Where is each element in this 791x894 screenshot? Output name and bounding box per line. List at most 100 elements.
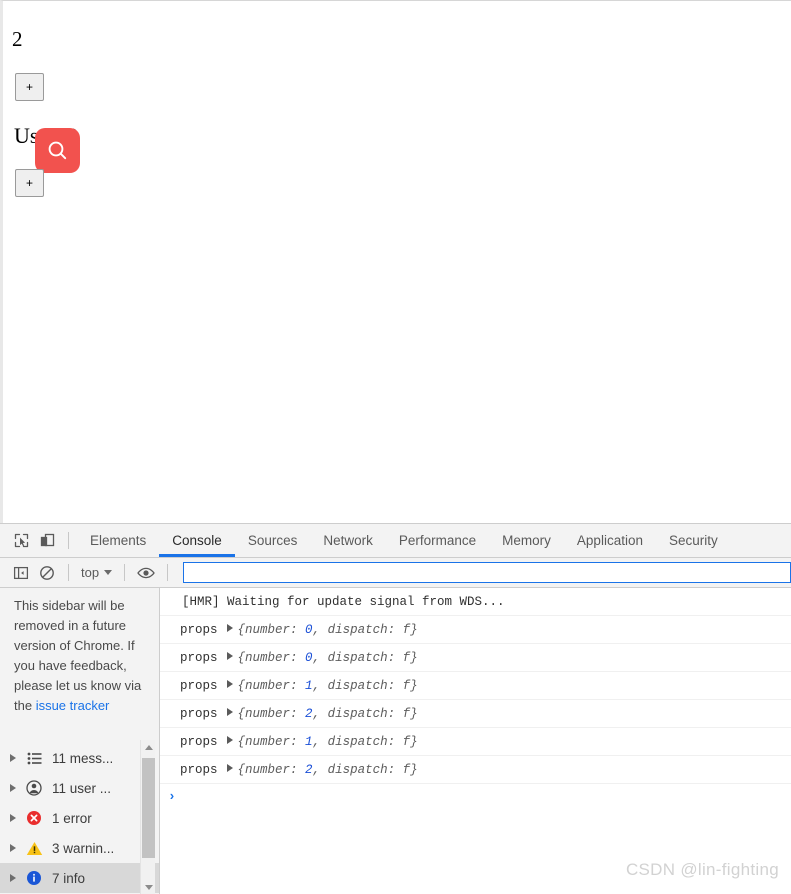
live-expression-eye-icon[interactable]	[133, 560, 159, 586]
console-body: This sidebar will be removed in a future…	[0, 588, 791, 894]
console-sidebar: This sidebar will be removed in a future…	[0, 588, 160, 894]
sidebar-item-warnings[interactable]: 3 warnin...	[0, 833, 159, 863]
object-open-brace: {	[237, 623, 246, 637]
sidebar-item-label: 11 mess...	[52, 750, 114, 766]
chevron-right-icon[interactable]	[10, 754, 16, 762]
object-close-brace: }	[410, 763, 418, 777]
search-badge-overlay[interactable]	[35, 128, 80, 173]
object-preview: {number: 2, dispatch: f}	[238, 707, 418, 721]
console-message-row[interactable]: props {number: 0, dispatch: f}	[160, 616, 791, 644]
object-value-number: 1	[305, 679, 313, 693]
tab-sources[interactable]: Sources	[235, 524, 311, 557]
object-value-function: f	[402, 735, 411, 749]
chevron-down-icon	[104, 570, 113, 575]
execution-context-value: top	[81, 565, 100, 580]
chevron-right-icon[interactable]	[10, 874, 16, 882]
sidebar-item-user-messages[interactable]: 11 user ...	[0, 773, 159, 803]
expand-object-icon[interactable]	[226, 652, 233, 660]
increment-button-counter[interactable]: +	[15, 73, 44, 101]
console-message-row[interactable]: props {number: 0, dispatch: f}	[160, 644, 791, 672]
devtools-panel: Elements Console Sources Network Perform…	[0, 523, 791, 894]
object-key-dispatch: dispatch:	[327, 651, 403, 665]
object-value-function: f	[402, 763, 411, 777]
tab-application[interactable]: Application	[564, 524, 656, 557]
device-toolbar-icon[interactable]	[34, 528, 60, 554]
object-preview: {number: 2, dispatch: f}	[238, 763, 418, 777]
screenshot-root: 2 + User: 2 +	[0, 0, 791, 894]
object-value-number: 2	[305, 707, 313, 721]
sidebar-item-errors[interactable]: 1 error	[0, 803, 159, 833]
object-separator: ,	[312, 707, 328, 721]
object-value-function: f	[402, 623, 411, 637]
console-filter-input[interactable]	[183, 562, 791, 583]
console-message-text: [HMR] Waiting for update signal from WDS…	[182, 595, 505, 609]
expand-object-icon[interactable]	[226, 708, 233, 716]
counter-value: 2	[12, 27, 23, 51]
object-preview: {number: 1, dispatch: f}	[238, 679, 418, 693]
tab-network[interactable]: Network	[310, 524, 386, 557]
console-toolbar-divider-2	[124, 564, 126, 581]
scroll-up-arrow-icon[interactable]	[141, 740, 156, 755]
scroll-down-arrow-icon[interactable]	[141, 880, 156, 894]
object-key-dispatch: dispatch:	[327, 763, 403, 777]
tab-memory[interactable]: Memory	[489, 524, 564, 557]
object-key-dispatch: dispatch:	[327, 707, 403, 721]
chevron-right-icon[interactable]	[10, 784, 16, 792]
object-value-function: f	[402, 679, 411, 693]
inspect-element-icon[interactable]	[8, 528, 34, 554]
tab-performance[interactable]: Performance	[386, 524, 489, 557]
expand-object-icon[interactable]	[226, 680, 233, 688]
clear-console-icon[interactable]	[34, 560, 60, 586]
object-value-number: 2	[305, 763, 313, 777]
console-message-label: props	[180, 679, 218, 693]
console-message-label: props	[180, 763, 218, 777]
sidebar-item-label: 3 warnin...	[52, 840, 115, 856]
toolbar-divider	[68, 532, 69, 549]
sidebar-item-label: 1 error	[52, 810, 92, 826]
tab-elements[interactable]: Elements	[77, 524, 159, 557]
sidebar-item-messages[interactable]: 11 mess...	[0, 743, 159, 773]
expand-object-icon[interactable]	[226, 736, 233, 744]
console-prompt[interactable]: ›	[160, 784, 791, 810]
object-key-dispatch: dispatch:	[327, 679, 403, 693]
console-message-row[interactable]: [HMR] Waiting for update signal from WDS…	[160, 588, 791, 616]
object-key-number: number:	[245, 735, 306, 749]
increment-button-user[interactable]: +	[15, 169, 44, 197]
console-message-row[interactable]: props {number: 2, dispatch: f}	[160, 756, 791, 784]
sidebar-item-label: 11 user ...	[52, 780, 112, 796]
search-icon	[45, 138, 71, 164]
console-message-label: props	[180, 623, 218, 637]
object-open-brace: {	[237, 651, 246, 665]
sidebar-item-info[interactable]: 7 info	[0, 863, 159, 893]
console-message-row[interactable]: props {number: 1, dispatch: f}	[160, 672, 791, 700]
chevron-right-icon[interactable]	[10, 814, 16, 822]
object-open-brace: {	[237, 679, 246, 693]
object-key-dispatch: dispatch:	[327, 735, 403, 749]
list-icon	[25, 749, 43, 767]
expand-object-icon[interactable]	[226, 764, 233, 772]
tab-console[interactable]: Console	[159, 524, 235, 557]
issue-tracker-link[interactable]: issue tracker	[36, 698, 110, 713]
sidebar-filter-list: 11 mess... 11 user ... 1 error 3 warnin.…	[0, 743, 159, 893]
object-value-number: 0	[305, 623, 313, 637]
chevron-right-icon[interactable]	[10, 844, 16, 852]
object-separator: ,	[312, 679, 328, 693]
object-value-number: 0	[305, 651, 313, 665]
console-message-row[interactable]: props {number: 1, dispatch: f}	[160, 728, 791, 756]
devtools-tabbar: Elements Console Sources Network Perform…	[0, 524, 791, 558]
scrollbar-thumb[interactable]	[142, 758, 155, 858]
console-toolbar: top	[0, 558, 791, 588]
expand-object-icon[interactable]	[226, 624, 233, 632]
object-key-dispatch: dispatch:	[327, 623, 403, 637]
sidebar-toggle-icon[interactable]	[8, 560, 34, 586]
console-message-row[interactable]: props {number: 2, dispatch: f}	[160, 700, 791, 728]
object-key-number: number:	[245, 651, 306, 665]
object-close-brace: }	[410, 679, 418, 693]
sidebar-scrollbar[interactable]	[140, 740, 155, 894]
tab-security[interactable]: Security	[656, 524, 731, 557]
object-separator: ,	[312, 623, 328, 637]
object-separator: ,	[312, 763, 328, 777]
object-separator: ,	[312, 651, 328, 665]
execution-context-select[interactable]: top	[77, 565, 116, 580]
object-open-brace: {	[237, 763, 246, 777]
